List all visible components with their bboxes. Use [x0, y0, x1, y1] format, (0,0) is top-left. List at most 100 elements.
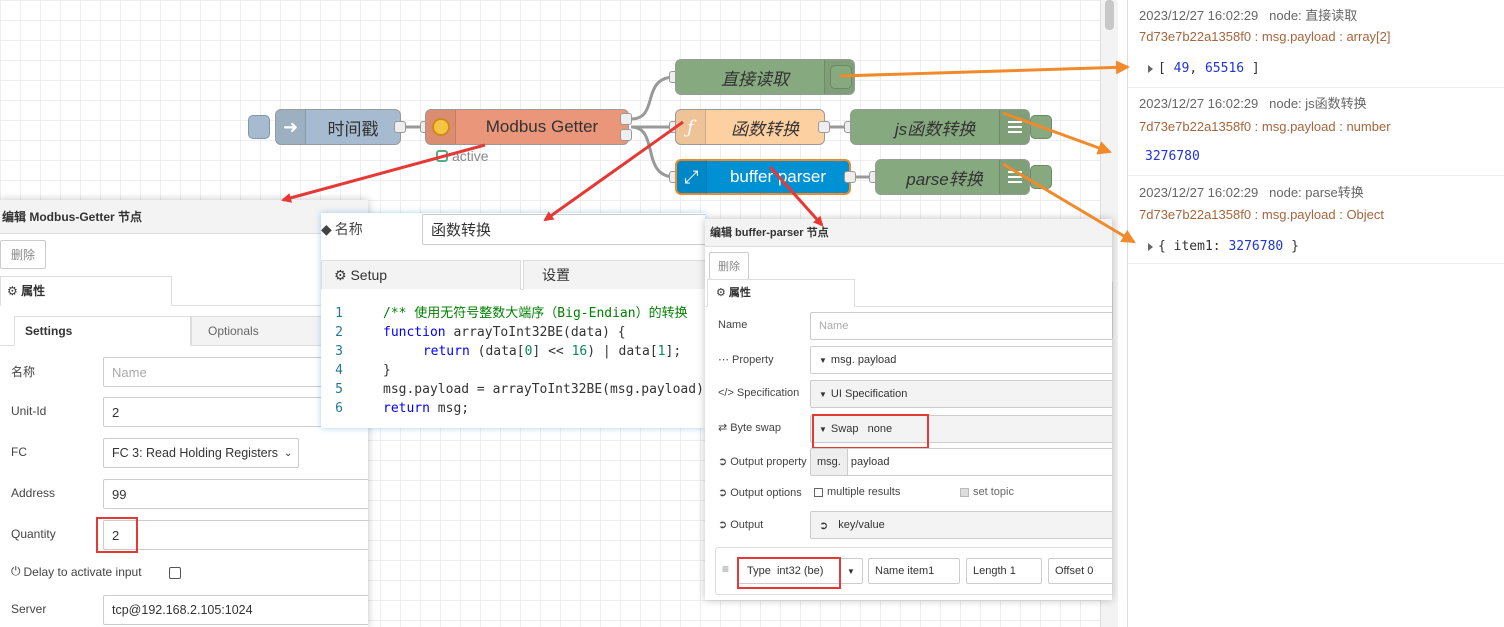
- code-line: 4}: [335, 363, 391, 378]
- checkbox[interactable]: [960, 487, 969, 497]
- tab-settings[interactable]: 设置: [523, 260, 705, 290]
- function-icon: ƒ: [676, 110, 706, 144]
- delete-button[interactable]: 删除: [0, 240, 47, 269]
- modbus-getter-node[interactable]: Modbus Getter: [425, 109, 629, 145]
- debug-sidebar: 2023/12/27 16:02:29 node: 直接读取 7d73e7b22…: [1127, 0, 1504, 627]
- inject-output-port[interactable]: [394, 121, 406, 133]
- tab-properties[interactable]: ⚙ 属性: [0, 276, 172, 306]
- debug1-label: 直接读取: [721, 69, 789, 89]
- sign-out-icon: ➲: [718, 487, 728, 499]
- inject-node-label: 时间戳: [327, 119, 379, 139]
- property-label: ⋯ Property: [718, 353, 774, 367]
- function-output-port[interactable]: [818, 121, 830, 133]
- debug3-label: parse转换: [906, 169, 983, 189]
- settings-tabbar: Settings Optionals: [0, 316, 368, 346]
- buffer-output-port[interactable]: [844, 171, 856, 183]
- debug-topic: 7d73e7b22a1358f0 : msg.payload : array[2…: [1139, 29, 1391, 44]
- debug-message[interactable]: 2023/12/27 16:02:29 node: parse转换 7d73e7…: [1128, 176, 1504, 264]
- debug-node-direct-read[interactable]: 直接读取: [675, 59, 855, 95]
- function-tabbar: ⚙ Setup 设置: [321, 260, 705, 290]
- item-length-input[interactable]: Length 1: [966, 558, 1042, 584]
- tab-settings[interactable]: Settings: [14, 316, 191, 346]
- spec-select[interactable]: ▼ UI Specification: [810, 380, 1112, 408]
- arrow-right-icon: ➜: [276, 110, 306, 144]
- modbus-icon: [426, 110, 456, 144]
- sign-out-icon: ➲: [718, 456, 728, 468]
- debug-value[interactable]: { item1: 3276780 }: [1148, 239, 1299, 254]
- gear-icon: ⚙: [716, 287, 729, 299]
- panel-title: 编辑 Modbus-Getter 节点: [0, 200, 368, 234]
- function-edit-panel: ◆ 名称 函数转换 ⚙ Setup 设置 1/** 使用无符号整数大端序（Big-…: [321, 213, 705, 428]
- function-node-label: 函数转换: [731, 119, 799, 139]
- code-line: 5 msg.payload = arrayToInt32BE(msg.payloa…: [335, 382, 704, 397]
- delay-checkbox[interactable]: [169, 567, 181, 579]
- tab-properties[interactable]: ⚙ 属性: [707, 279, 855, 307]
- function-node[interactable]: ƒ 函数转换: [675, 109, 825, 145]
- output-select[interactable]: ➲ key/value: [810, 511, 1112, 539]
- modbus-status: active: [436, 148, 489, 164]
- chevron-down-icon: ⌄: [284, 447, 293, 459]
- buffer-parser-node[interactable]: ⤢ buffer parser: [675, 159, 851, 195]
- unitid-label: Unit-Id: [11, 404, 47, 418]
- swap-icon: ⇄: [718, 422, 728, 434]
- checkbox[interactable]: [814, 487, 823, 497]
- debug-node-parse-convert[interactable]: parse转换: [875, 159, 1030, 195]
- debug-message[interactable]: 2023/12/27 16:02:29 node: js函数转换 7d73e7b…: [1128, 88, 1504, 176]
- byteswap-label: ⇄ Byte swap: [718, 421, 781, 435]
- modbus-node-label: Modbus Getter: [485, 117, 599, 136]
- debug3-toggle-button[interactable]: [1030, 165, 1052, 189]
- props-tabbar: ⚙ 属性: [705, 279, 1112, 307]
- list-icon: [999, 110, 1029, 144]
- inject-button[interactable]: [248, 115, 270, 139]
- debug1-toggle-button[interactable]: [830, 65, 852, 89]
- props-tabbar: ⚙ 属性: [0, 276, 368, 306]
- expand-icon: ⤢: [677, 160, 707, 194]
- debug-topic: 7d73e7b22a1358f0 : msg.payload : number: [1139, 119, 1391, 134]
- drag-handle-icon[interactable]: ≡: [722, 562, 729, 576]
- scrollbar-thumb[interactable]: [1105, 0, 1114, 30]
- inject-node[interactable]: ➜ 时间戳: [275, 109, 401, 145]
- debug2-toggle-button[interactable]: [1030, 115, 1052, 139]
- code-icon: </>: [718, 387, 734, 399]
- modbus-output-port-2[interactable]: [620, 129, 632, 141]
- caret-down-icon: ▼: [819, 389, 827, 399]
- address-input[interactable]: 99: [103, 479, 368, 509]
- buffer-node-label: buffer parser: [729, 167, 827, 186]
- item-offset-input[interactable]: Offset 0: [1048, 558, 1112, 584]
- delete-button[interactable]: 删除: [709, 252, 749, 280]
- code-editor[interactable]: 1/** 使用无符号整数大端序（Big-Endian）的转换 2 function…: [321, 304, 705, 418]
- debug-meta: 2023/12/27 16:02:29 node: js函数转换: [1139, 96, 1367, 111]
- caret-right-icon[interactable]: [1148, 64, 1153, 73]
- function-name-label: ◆ 名称: [321, 220, 363, 238]
- set-topic-option[interactable]: set topic: [960, 486, 1014, 498]
- address-label: Address: [11, 486, 56, 500]
- list-icon: [999, 160, 1029, 194]
- debug-message[interactable]: 2023/12/27 16:02:29 node: 直接读取 7d73e7b22…: [1128, 0, 1504, 88]
- caret-down-icon: ▼: [847, 566, 855, 576]
- property-input[interactable]: ▼ msg. payload: [810, 346, 1112, 374]
- fc-select[interactable]: FC 3: Read Holding Registers ⌄: [103, 438, 299, 468]
- caret-right-icon[interactable]: [1148, 242, 1153, 251]
- server-input[interactable]: tcp@192.168.2.105:1024: [103, 595, 368, 625]
- item-name-input[interactable]: Name item1: [868, 558, 960, 584]
- name-label: 名称: [11, 365, 36, 379]
- server-label: Server: [11, 602, 47, 616]
- modbus-output-port-1[interactable]: [620, 113, 632, 125]
- modbus-getter-edit-panel: 编辑 Modbus-Getter 节点 删除 ⚙ 属性 Settings Opt…: [0, 200, 368, 627]
- power-icon: ⏻: [11, 564, 21, 578]
- name-input[interactable]: Name: [810, 312, 1112, 340]
- tab-setup[interactable]: ⚙ Setup: [321, 260, 521, 290]
- function-name-input[interactable]: 函数转换: [422, 214, 705, 245]
- multiple-results-option[interactable]: multiple results: [814, 486, 900, 498]
- quantity-input[interactable]: 2: [103, 520, 368, 550]
- gear-icon: ⚙: [7, 284, 22, 298]
- debug-node-js-convert[interactable]: js函数转换: [850, 109, 1030, 145]
- outprop-input[interactable]: msg. payload: [810, 448, 1112, 476]
- highlight-box: [737, 557, 841, 589]
- debug2-label: js函数转换: [894, 119, 976, 139]
- debug-value[interactable]: [ 49, 65516 ]: [1148, 61, 1260, 76]
- code-line: 2 function arrayToInt32BE(data) {: [335, 325, 626, 340]
- outprop-label: ➲ Output property: [718, 455, 807, 469]
- debug-meta: 2023/12/27 16:02:29 node: parse转换: [1139, 185, 1364, 200]
- delay-label: ⏻ Delay to activate input: [11, 564, 142, 579]
